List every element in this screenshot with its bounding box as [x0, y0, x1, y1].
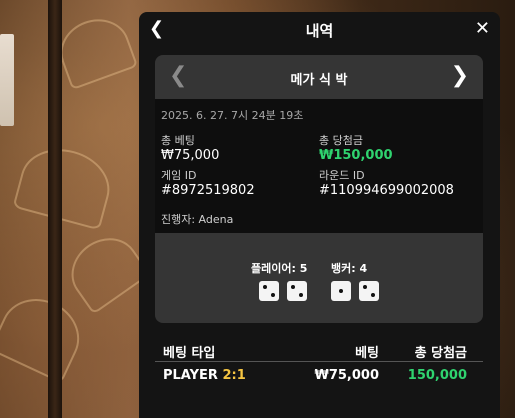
ginkgo-leaf-decoration	[12, 139, 118, 231]
bet-table: 베팅 타입 베팅 총 당첨금 PLAYER 2:1 ₩75,000 150,00…	[155, 340, 483, 388]
total-bet-value: ₩75,000	[161, 148, 220, 163]
game-name: 메가 식 박	[290, 73, 348, 88]
round-id-value: #110994699002008	[319, 183, 454, 198]
card-header: ❮ 메가 식 박 ❯	[155, 55, 483, 99]
wall-lamp	[0, 34, 14, 126]
ginkgo-leaf-decoration	[0, 286, 92, 384]
panel-header: ❮ 내역 ✕	[139, 12, 500, 48]
chevron-right-icon[interactable]: ❯	[451, 63, 469, 88]
history-panel: ❮ 내역 ✕ ❮ 메가 식 박 ❯ 2025. 6. 27. 7시 24분 19…	[139, 12, 500, 418]
col-bet: 베팅	[355, 346, 379, 361]
ginkgo-leaf-decoration	[59, 225, 151, 315]
col-win: 총 당첨금	[414, 346, 467, 361]
dice-result: 플레이어: 5 뱅커: 4	[155, 233, 483, 323]
table-row: PLAYER 2:1 ₩75,000 150,000	[155, 362, 483, 388]
round-info: 2025. 6. 27. 7시 24분 19초 총 베팅 ₩75,000 총 당…	[155, 99, 483, 233]
ginkgo-leaf-decoration	[51, 9, 139, 91]
game-id-label: 게임 ID	[161, 169, 197, 182]
round-timestamp: 2025. 6. 27. 7시 24분 19초	[161, 109, 304, 122]
close-icon[interactable]: ✕	[475, 18, 490, 39]
player-score-label: 플레이어: 5	[251, 262, 308, 275]
bet-amount: ₩75,000	[314, 368, 379, 383]
total-win-value: ₩150,000	[319, 148, 393, 163]
banker-die	[359, 281, 379, 301]
round-id-label: 라운드 ID	[319, 169, 365, 182]
bet-table-header: 베팅 타입 베팅 총 당첨금	[155, 340, 483, 362]
total-bet-label: 총 베팅	[161, 134, 195, 147]
host-name: 진행자: Adena	[161, 213, 234, 226]
col-bet-type: 베팅 타입	[163, 346, 216, 361]
player-die	[287, 281, 307, 301]
panel-title: 내역	[305, 22, 334, 40]
bet-odds: 2:1	[222, 368, 246, 383]
round-detail-card: ❮ 메가 식 박 ❯ 2025. 6. 27. 7시 24분 19초 총 베팅 …	[155, 55, 483, 323]
game-id-value: #8972519802	[161, 183, 255, 198]
win-amount: 150,000	[407, 368, 467, 383]
banker-score-label: 뱅커: 4	[331, 262, 368, 275]
banker-die	[331, 281, 351, 301]
total-win-label: 총 당첨금	[319, 134, 363, 147]
wood-pillar	[48, 0, 62, 418]
bet-type: PLAYER 2:1	[163, 368, 246, 383]
player-die	[259, 281, 279, 301]
